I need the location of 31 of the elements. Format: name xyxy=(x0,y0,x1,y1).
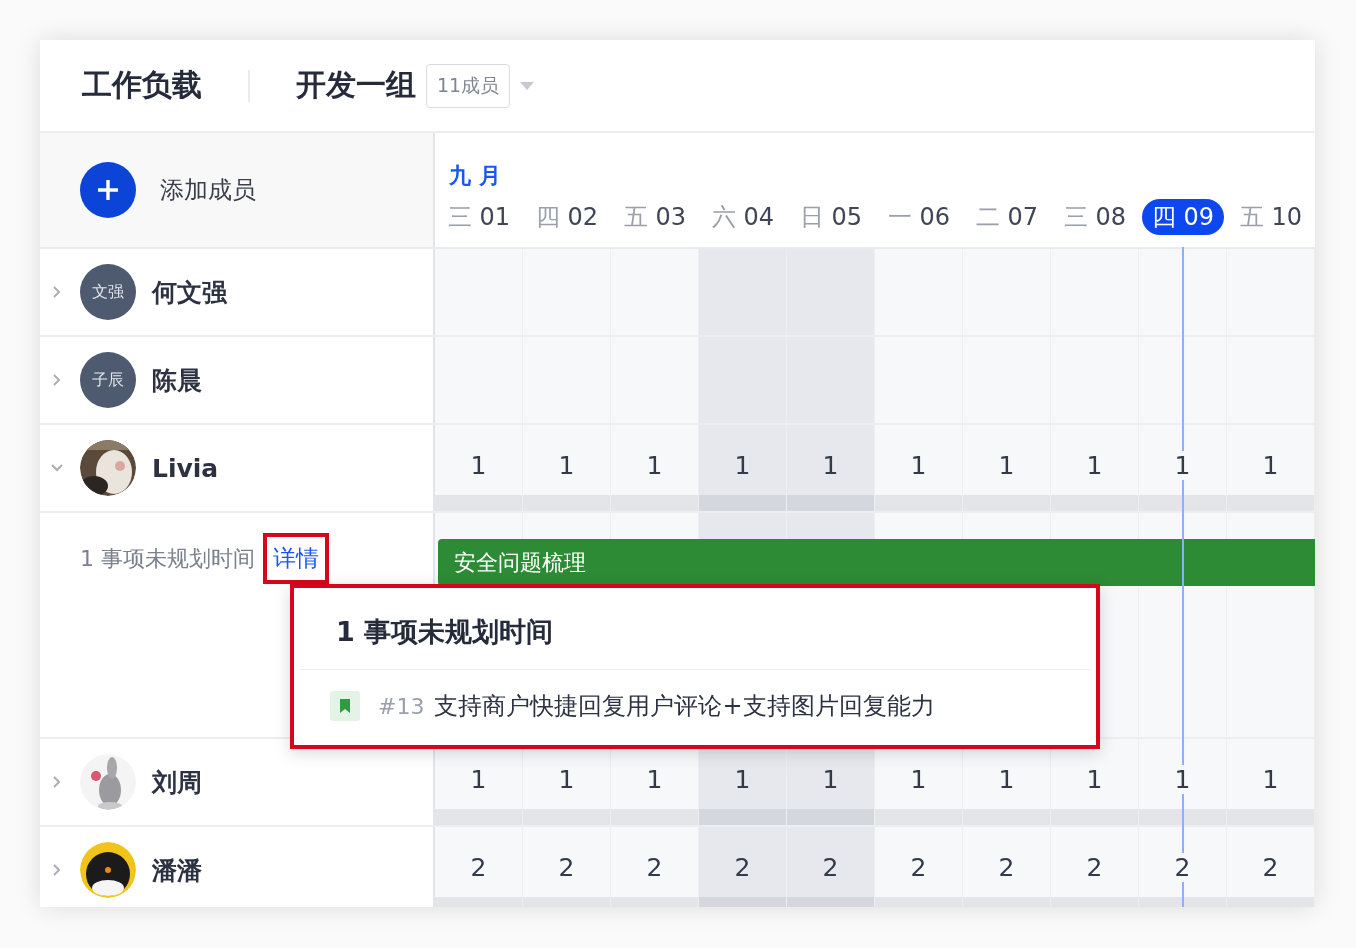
month-label: 九 月 xyxy=(449,162,501,190)
team-name: 开发一组 xyxy=(296,66,416,104)
add-member-label[interactable]: 添加成员 xyxy=(160,174,256,206)
member-name: 潘潘 xyxy=(152,854,202,887)
day-label[interactable]: 四 02 xyxy=(525,199,609,235)
day-label[interactable]: 六 04 xyxy=(701,199,785,235)
page-title: 工作负载 xyxy=(82,66,202,104)
day-label[interactable]: 三 01 xyxy=(437,199,521,235)
unplanned-count: 1 事项未规划时间 xyxy=(80,544,255,573)
member-name: 何文强 xyxy=(152,276,227,309)
day-label[interactable]: 五 03 xyxy=(613,199,697,235)
avatar: 文强 xyxy=(80,264,136,320)
avatar: 子辰 xyxy=(80,352,136,408)
task-bar[interactable]: 安全问题梳理 xyxy=(438,539,1315,586)
day-label[interactable]: 一 06 xyxy=(877,199,961,235)
bookmark-icon xyxy=(330,691,360,721)
day-label[interactable]: 三 08 xyxy=(1053,199,1137,235)
day-label[interactable]: 四 09 xyxy=(1141,199,1225,235)
member-count-badge: 11成员 xyxy=(426,63,511,108)
member-name: Livia xyxy=(152,453,219,483)
member-name: 陈晨 xyxy=(152,364,202,397)
caret-icon[interactable] xyxy=(520,81,535,90)
day-label[interactable]: 二 07 xyxy=(965,199,1049,235)
details-link[interactable]: 详情 xyxy=(263,533,329,584)
issue-title[interactable]: 支持商户快捷回复用户评论+支持图片回复能力 xyxy=(434,690,935,722)
add-member-button[interactable] xyxy=(80,162,136,218)
popup-title: 1 事项未规划时间 xyxy=(300,588,1090,670)
plus-icon xyxy=(96,178,120,202)
day-label[interactable]: 五 10 xyxy=(1229,199,1313,235)
member-name: 刘周 xyxy=(152,766,202,799)
day-label[interactable]: 日 05 xyxy=(789,199,873,235)
